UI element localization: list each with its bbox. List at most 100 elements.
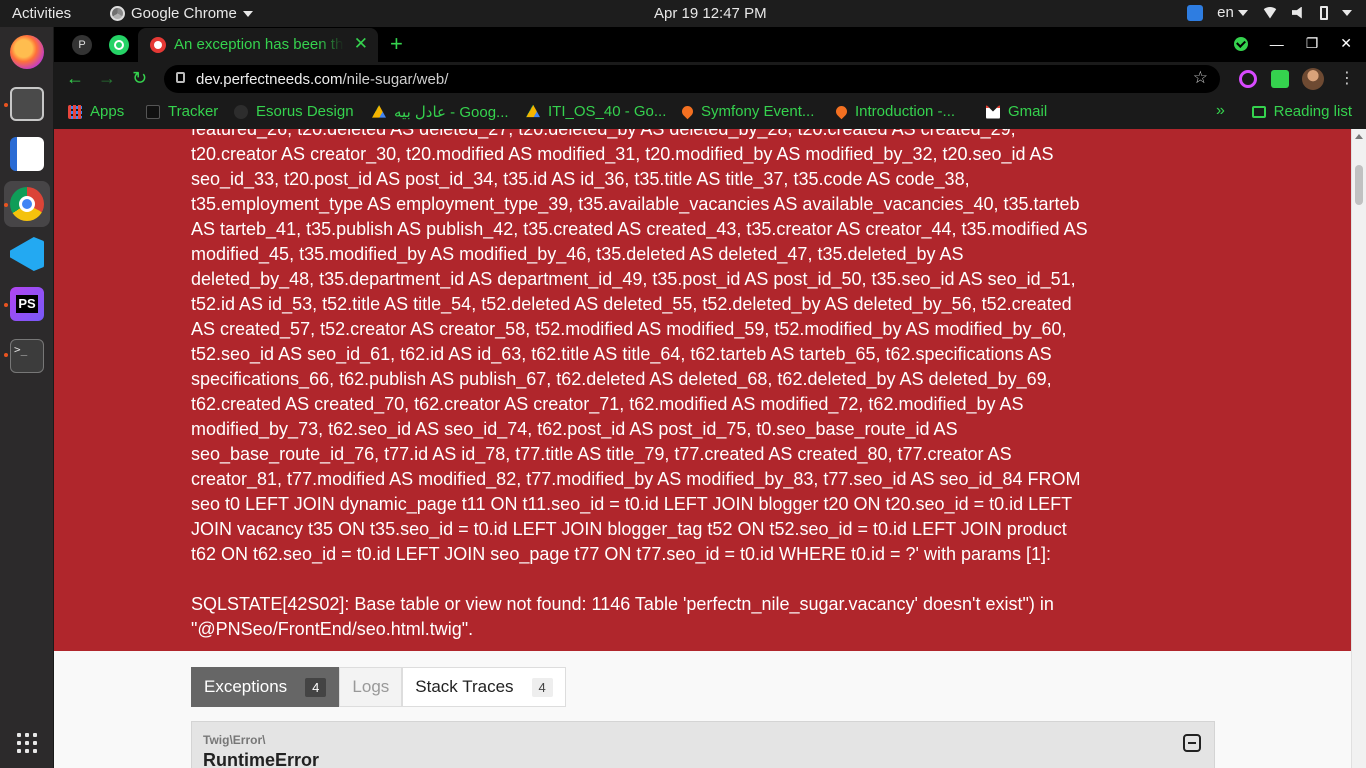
pinned-tab[interactable]: P xyxy=(72,35,92,55)
close-tab-icon[interactable]: ✕ xyxy=(354,34,368,54)
chevron-down-icon[interactable] xyxy=(1342,9,1352,16)
collapse-toggle-icon[interactable] xyxy=(1183,734,1201,752)
google-drive-icon xyxy=(526,104,540,118)
trace-header: Twig\Error\ RuntimeError xyxy=(191,721,1215,768)
extension-check-icon[interactable] xyxy=(1233,36,1248,51)
bookmark-label: عادل بيه - Goog... xyxy=(394,104,509,121)
bookmark-label: Tracker xyxy=(168,103,219,120)
running-indicator xyxy=(4,303,8,307)
apps-grid-icon xyxy=(68,104,82,119)
running-indicator xyxy=(4,103,8,107)
extensions-puzzle-icon[interactable] xyxy=(1271,70,1289,88)
more-menu-icon[interactable]: ⋮ xyxy=(1339,70,1355,88)
close-window-icon[interactable]: ✕ xyxy=(1340,35,1352,52)
system-top-bar: Activities Google Chrome Apr 19 12:47 PM… xyxy=(0,0,1366,27)
show-applications-icon[interactable] xyxy=(17,733,37,753)
bookmark-tracker[interactable]: Tracker xyxy=(146,103,218,120)
tab-strip: P An exception has been thrown during th… xyxy=(54,27,1366,62)
lock-icon[interactable] xyxy=(176,72,185,83)
bookmark-symfony-events[interactable]: Symfony Event... xyxy=(679,103,815,120)
tab-stack-traces[interactable]: Stack Traces 4 xyxy=(402,667,566,707)
dock: PS >_ xyxy=(0,27,54,768)
maximize-icon[interactable]: ❐ xyxy=(1306,35,1319,52)
wifi-icon[interactable] xyxy=(1262,6,1278,19)
url-host: dev.perfectneeds.com xyxy=(196,71,343,88)
firefox-icon[interactable] xyxy=(10,35,44,69)
phpstorm-label: PS xyxy=(16,295,38,313)
gmail-icon xyxy=(986,104,1000,119)
url-text[interactable]: dev.perfectneeds.com/nile-sugar/web/ xyxy=(196,71,448,88)
volume-icon[interactable] xyxy=(1292,6,1302,19)
files-icon[interactable] xyxy=(10,87,44,121)
scrollbar-thumb[interactable] xyxy=(1355,165,1363,205)
exception-class: RuntimeError xyxy=(203,750,320,768)
symfony-favicon-icon xyxy=(150,37,166,53)
page-scrollbar[interactable] xyxy=(1351,129,1366,768)
tab-count-badge: 4 xyxy=(305,677,327,697)
profile-avatar[interactable] xyxy=(1302,68,1324,90)
bookmark-star-icon[interactable]: ☆ xyxy=(1193,68,1208,88)
app-menu[interactable]: Google Chrome xyxy=(110,5,253,22)
bookmark-label: ITI_OS_40 - Go... xyxy=(548,103,667,120)
app-menu-label: Google Chrome xyxy=(131,5,237,22)
esorus-icon xyxy=(234,104,248,119)
page-content: featured_26, t20.deleted AS deleted_27, … xyxy=(54,129,1351,768)
reading-list-label: Reading list xyxy=(1273,103,1352,120)
bookmark-introduction[interactable]: Introduction -... xyxy=(833,103,955,120)
browser-toolbar: ← → ↻ dev.perfectneeds.com/nile-sugar/we… xyxy=(54,62,1366,96)
address-bar[interactable]: dev.perfectneeds.com/nile-sugar/web/ ☆ xyxy=(164,65,1220,93)
forward-icon[interactable]: → xyxy=(98,68,116,89)
bookmark-drive-2[interactable]: ITI_OS_40 - Go... xyxy=(526,103,666,120)
teamviewer-icon[interactable] xyxy=(1187,4,1204,21)
system-tray[interactable]: en xyxy=(1187,4,1352,21)
more-bookmarks-button[interactable]: » xyxy=(1216,102,1225,120)
vscode-icon[interactable] xyxy=(10,237,44,271)
bookmark-esorus[interactable]: Esorus Design xyxy=(234,103,354,120)
flame-icon xyxy=(679,103,696,120)
bookmarks-bar: Apps Tracker Esorus Design عادل بيه - Go… xyxy=(54,96,1366,129)
chrome-app-icon xyxy=(110,6,125,21)
tab-active[interactable]: An exception has been thrown during the … xyxy=(138,28,378,62)
bookmark-label: Gmail xyxy=(1008,103,1048,120)
phpstorm-icon[interactable]: PS xyxy=(10,287,44,321)
tab-label: Exceptions xyxy=(204,677,288,696)
terminal-label: >_ xyxy=(14,343,28,356)
battery-icon[interactable] xyxy=(1320,5,1328,20)
bookmark-apps[interactable]: Apps xyxy=(68,103,124,120)
new-tab-button[interactable]: + xyxy=(390,31,403,57)
bookmark-drive-1[interactable]: عادل بيه - Goog... xyxy=(372,103,509,121)
bookmark-label: Esorus Design xyxy=(256,103,354,120)
whatsapp-tab-icon[interactable] xyxy=(109,35,129,55)
reading-list-button[interactable]: Reading list xyxy=(1251,103,1352,120)
bookmark-gmail[interactable]: Gmail xyxy=(986,103,1047,120)
color-extension-icon[interactable] xyxy=(1239,70,1257,88)
exception-tabs: Exceptions 4 Logs Stack Traces 4 xyxy=(191,667,566,707)
terminal-icon[interactable]: >_ xyxy=(10,339,44,373)
tab-exceptions[interactable]: Exceptions 4 xyxy=(191,667,340,707)
exception-message-sql: featured_26, t20.deleted AS deleted_27, … xyxy=(191,129,1088,564)
reload-icon[interactable]: ↻ xyxy=(132,68,147,89)
chrome-icon[interactable] xyxy=(10,187,44,221)
exception-message-panel: featured_26, t20.deleted AS deleted_27, … xyxy=(54,129,1351,651)
clock[interactable]: Apr 19 12:47 PM xyxy=(654,5,767,22)
bookmark-label: Apps xyxy=(90,103,125,120)
running-indicator xyxy=(4,203,8,207)
tab-label: Stack Traces xyxy=(415,677,514,696)
window-controls: — ❐ ✕ xyxy=(1233,35,1352,52)
scroll-up-icon[interactable] xyxy=(1355,134,1363,139)
activities-button[interactable]: Activities xyxy=(12,5,71,22)
flame-icon xyxy=(833,103,850,120)
bookmark-label: Symfony Event... xyxy=(701,103,815,120)
tab-label: Logs xyxy=(352,677,390,696)
reading-list-icon xyxy=(1251,105,1266,118)
tab-count-badge: 4 xyxy=(531,677,553,697)
chevron-down-icon xyxy=(242,10,253,17)
docs-icon[interactable] xyxy=(10,137,44,171)
language-indicator[interactable]: en xyxy=(1217,4,1248,21)
back-icon[interactable]: ← xyxy=(66,68,84,89)
chevron-down-icon xyxy=(1238,10,1248,17)
tab-logs[interactable]: Logs xyxy=(339,667,403,707)
running-indicator xyxy=(4,353,8,357)
minimize-icon[interactable]: — xyxy=(1270,36,1284,52)
language-label: en xyxy=(1217,4,1234,21)
